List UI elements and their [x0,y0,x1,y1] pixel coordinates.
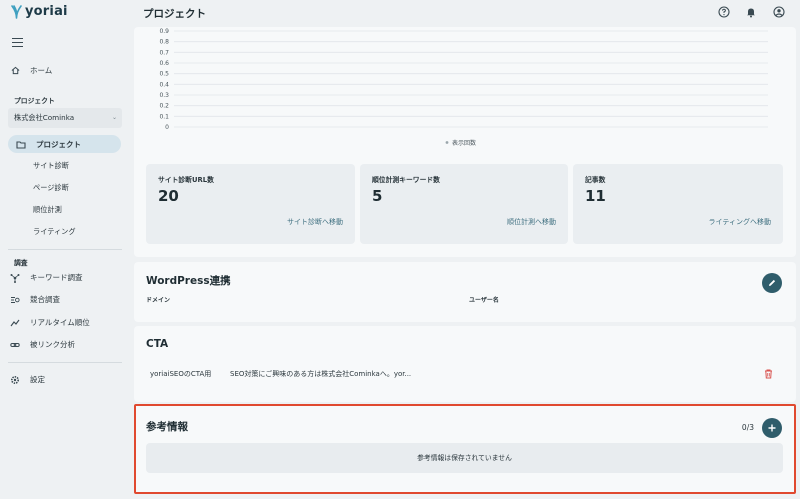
menu-toggle-icon[interactable] [12,38,23,47]
sidebar-item-rank-tracking[interactable]: 順位計測 [33,205,62,215]
top-header: プロジェクト [130,0,800,27]
impressions-chart: 0.9 0.8 0.7 0.6 0.5 0.4 0.3 0.2 0.1 0 表示回数 [159,28,768,147]
section-label-project: プロジェクト [14,97,55,105]
bell-icon[interactable] [745,6,757,18]
y-tick-label: 0.4 [159,81,169,88]
stat-label: 順位計測キーワード数 [372,176,440,184]
sidebar: yoriai ホーム プロジェクト 株式会社Cominka ⌄ プロジェクト サ… [0,0,130,499]
sidebar-item-label: ホーム [30,66,53,75]
gear-icon [10,375,20,385]
home-icon [10,66,20,76]
sidebar-item-home[interactable]: ホーム [10,65,52,76]
reference-title: 参考情報 [146,421,188,433]
divider [8,249,122,250]
trend-icon [10,318,20,328]
legend-label[interactable]: 表示回数 [452,139,476,147]
company-select-value: 株式会社Cominka [14,113,75,122]
cta-name: yoriaiSEOのCTA用 [150,370,212,378]
sidebar-item-label: リアルタイム順位 [30,318,90,327]
wordpress-panel: WordPress連携 ドメイン ユーザー名 [134,262,796,322]
y-tick-label: 0.5 [159,71,169,78]
reference-empty-state: 参考情報は保存されていません [146,443,783,473]
rank-tracking-link[interactable]: 順位計測へ移動 [507,217,556,227]
account-icon[interactable] [773,6,785,18]
folder-icon [16,140,26,150]
plus-icon [768,424,776,432]
sidebar-item-page-audit[interactable]: ページ診断 [33,183,69,193]
stat-card-rank-tracking: 順位計測キーワード数 5 順位計測へ移動 [360,164,568,244]
sidebar-item-writing[interactable]: ライティング [33,227,76,237]
site-audit-link[interactable]: サイト診断へ移動 [287,217,343,227]
sidebar-item-keyword-research[interactable]: キーワード調査 [10,272,83,283]
brand-logo[interactable]: yoriai [11,4,68,19]
y-tick-label: 0.3 [159,92,169,99]
sidebar-item-competitor-research[interactable]: 競合調査 [10,294,60,305]
brand-name: yoriai [25,4,68,19]
legend-marker [445,141,449,144]
sidebar-item-label: キーワード調査 [30,273,83,282]
company-select[interactable]: 株式会社Cominka ⌄ [8,108,122,128]
chart-panel: 0.9 0.8 0.7 0.6 0.5 0.4 0.3 0.2 0.1 0 表示回数 サイト診断UR… [134,27,796,257]
username-label: ユーザー名 [469,297,499,304]
y-tick-label: 0.1 [159,113,169,120]
domain-label: ドメイン [146,297,171,304]
reference-count: 0/3 [741,423,754,432]
y-tick-label: 0.8 [159,39,169,46]
stat-value: 20 [158,187,179,205]
add-reference-button[interactable] [762,418,782,438]
sidebar-item-project[interactable]: プロジェクト [16,139,81,150]
stat-label: サイト診断URL数 [158,176,214,184]
sidebar-item-settings[interactable]: 設定 [10,374,45,385]
edit-button[interactable] [762,273,782,293]
help-icon[interactable] [718,6,730,18]
reference-panel: 参考情報 0/3 参考情報は保存されていません [134,405,796,492]
chevron-down-icon: ⌄ [111,114,117,121]
sidebar-item-site-audit[interactable]: サイト診断 [33,161,69,171]
wordpress-title: WordPress連携 [146,275,231,287]
section-label-research: 調査 [14,259,28,267]
pencil-icon [769,279,776,286]
main-content: 0.9 0.8 0.7 0.6 0.5 0.4 0.3 0.2 0.1 0 表示回数 サイト診断UR… [134,27,796,499]
page-title: プロジェクト [143,8,206,20]
compare-icon [10,295,20,305]
writing-link[interactable]: ライティングへ移動 [709,217,771,227]
stat-value: 11 [585,187,606,205]
y-tick-label: 0.7 [159,49,169,56]
stat-card-site-audit: サイト診断URL数 20 サイト診断へ移動 [146,164,355,244]
yoriai-logo-icon [11,4,22,19]
stat-label: 記事数 [585,176,606,184]
y-tick-label: 0.6 [159,60,169,67]
cta-panel: CTA yoriaiSEOのCTA用 SEO対策にご興味のある方は株式会社Com… [134,326,796,402]
y-tick-label: 0.9 [159,28,169,35]
trash-icon[interactable] [764,369,773,379]
y-tick-label: 0 [165,124,169,131]
stat-card-articles: 記事数 11 ライティングへ移動 [573,164,783,244]
sidebar-item-realtime-rank[interactable]: リアルタイム順位 [10,317,90,328]
cta-title: CTA [146,338,169,350]
y-tick-label: 0.2 [159,103,169,110]
network-icon [10,273,20,283]
link-icon [10,340,20,350]
sidebar-item-label: 設定 [30,375,45,384]
sidebar-item-label: 被リンク分析 [30,340,75,349]
sidebar-item-label: 競合調査 [30,295,60,304]
stat-value: 5 [372,187,383,205]
cta-text: SEO対策にご興味のある方は株式会社Cominkaへ。yor... [230,370,412,378]
divider [8,362,122,363]
sidebar-item-backlink-analysis[interactable]: 被リンク分析 [10,339,75,350]
sidebar-item-label: プロジェクト [36,140,81,149]
